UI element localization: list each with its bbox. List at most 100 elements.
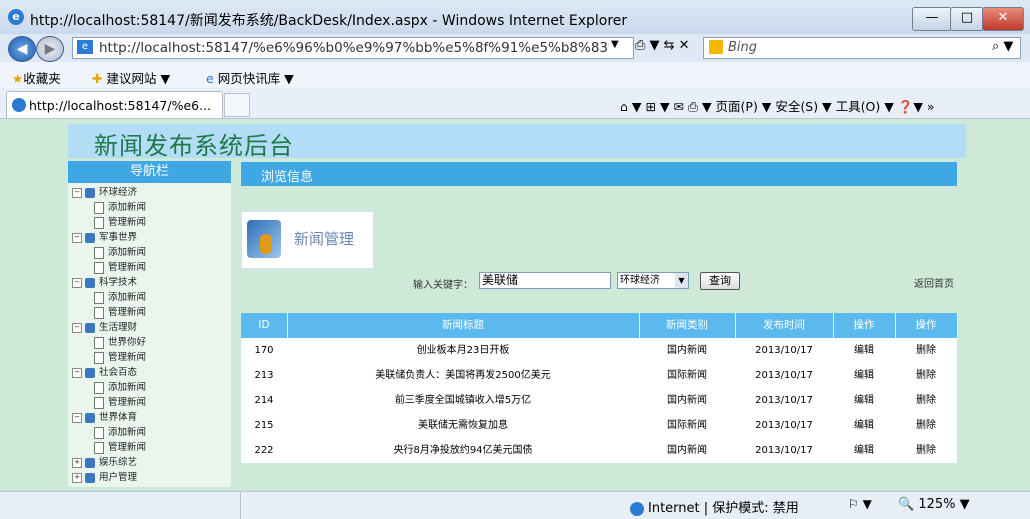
header-delete: 操作 (895, 313, 958, 338)
nav-item[interactable]: 世界你好 (72, 335, 230, 350)
close-button[interactable]: ✕ (982, 7, 1024, 31)
address-dropdown-icon[interactable]: ▼ (611, 39, 619, 50)
nav-section[interactable]: + 用户管理 (72, 470, 230, 485)
edit-link[interactable]: 编辑 (833, 413, 895, 438)
command-bar[interactable]: ⌂ ▼ ⊞ ▼ ✉ ⎙ ▼ 页面(P) ▼ 安全(S) ▼ 工具(O) ▼ ❓▼… (620, 96, 935, 115)
delete-link[interactable]: 删除 (895, 438, 957, 463)
nav-item[interactable]: 管理新闻 (72, 305, 230, 320)
nav-item[interactable]: 管理新闻 (72, 350, 230, 365)
cell-title: 创业板本月23日开板 (416, 345, 510, 356)
search-box[interactable]: Bing ⌕ ▼ (703, 37, 1021, 59)
collapse-icon[interactable]: − (72, 187, 82, 198)
expand-icon[interactable]: + (72, 472, 82, 483)
cell-id: 213 (254, 370, 274, 381)
cell-title: 央行8月净投放约94亿美元国债 (393, 445, 533, 456)
main-title: 浏览信息 (261, 170, 314, 185)
nav-section[interactable]: + 娱乐综艺 (72, 455, 230, 470)
forward-arrow-icon[interactable]: ▶ (36, 36, 64, 62)
table-row: 215 美联储无需恢复加息 国际新闻 2013/10/17 编辑 删除 (241, 413, 957, 438)
minimize-button[interactable]: — (912, 7, 952, 31)
nav-item[interactable]: 添加新闻 (72, 200, 230, 215)
cell-id: 214 (254, 395, 274, 406)
page-icon (94, 426, 104, 439)
news-management-logo: 新闻管理 (241, 211, 374, 269)
nav-item[interactable]: 添加新闻 (72, 245, 230, 260)
nav-item[interactable]: 管理新闻 (72, 215, 230, 230)
keyword-input[interactable]: 美联储 (479, 272, 611, 289)
maximize-button[interactable]: □ (950, 7, 984, 31)
nav-item-label: 世界你好 (108, 337, 147, 348)
security-zone[interactable]: Internet | 保护模式: 禁用 (630, 497, 799, 516)
delete-link[interactable]: 删除 (895, 388, 957, 413)
nav-item-label: 添加新闻 (108, 202, 147, 213)
collapse-icon[interactable]: − (72, 367, 82, 378)
cell-id: 222 (254, 445, 274, 456)
webslice-button[interactable]: e 网页快讯库 ▼ (206, 68, 294, 87)
collapse-icon[interactable]: − (72, 322, 82, 333)
address-action-buttons[interactable]: ⎙ ▼ ⇆ ✕ (635, 38, 690, 53)
nav-section[interactable]: − 社会百态 (72, 365, 230, 380)
edit-link[interactable]: 编辑 (833, 388, 895, 413)
nav-item[interactable]: 添加新闻 (72, 290, 230, 305)
site-title: 新闻发布系统后台 (94, 132, 294, 160)
nav-section-label: 用户管理 (99, 472, 138, 483)
search-placeholder: Bing (728, 40, 758, 55)
edit-link[interactable]: 编辑 (833, 438, 895, 463)
nav-section-label: 环球经济 (99, 187, 138, 198)
status-divider (240, 492, 241, 519)
cell-category: 国际新闻 (667, 420, 707, 431)
delete-link[interactable]: 删除 (895, 413, 957, 438)
add-favorite-icon: ✚ (92, 71, 103, 86)
nav-item[interactable]: 管理新闻 (72, 260, 230, 275)
zone-label: Internet | 保护模式: 禁用 (648, 501, 799, 516)
nav-section[interactable]: − 科学技术 (72, 275, 230, 290)
nav-section[interactable]: − 军事世界 (72, 230, 230, 245)
address-url[interactable]: http://localhost:58147/%e6%96%b0%e9%97%b… (99, 40, 609, 56)
page-icon (94, 216, 104, 229)
cell-category: 国内新闻 (667, 445, 707, 456)
nav-item[interactable]: 管理新闻 (72, 440, 230, 455)
nav-item[interactable]: 添加新闻 (72, 425, 230, 440)
nav-item-label: 管理新闻 (108, 442, 147, 453)
suggested-sites-button[interactable]: ✚ 建议网站 ▼ (92, 68, 170, 87)
collapse-icon[interactable]: − (72, 232, 82, 243)
nav-section[interactable]: − 环球经济 (72, 185, 230, 200)
nav-section-label: 世界体育 (99, 412, 138, 423)
nav-item[interactable]: 添加新闻 (72, 380, 230, 395)
chevron-down-icon: ▼ (675, 273, 688, 288)
nav-section[interactable]: − 世界体育 (72, 410, 230, 425)
cell-id: 170 (254, 345, 274, 356)
header-category: 新闻类别 (639, 313, 736, 338)
back-arrow-icon[interactable]: ◀ (8, 36, 36, 62)
collapse-icon[interactable]: − (72, 412, 82, 423)
nav-section[interactable]: − 生活理财 (72, 320, 230, 335)
home-link[interactable]: 返回首页 (914, 275, 954, 290)
left-navigation: 导航栏 − 环球经济 添加新闻 管理新闻 − 军事世界 添加新闻 管理新闻 − 科学技术 添加新闻管… (68, 161, 231, 487)
cell-date: 2013/10/17 (755, 395, 813, 406)
nav-item-label: 管理新闻 (108, 352, 147, 363)
query-button[interactable]: 查询 (700, 272, 740, 290)
cell-title: 美联储负责人：美国将再发2500亿美元 (375, 370, 551, 381)
page-icon (94, 381, 104, 394)
delete-link[interactable]: 删除 (895, 338, 957, 363)
address-bar[interactable]: e http://localhost:58147/%e6%96%b0%e9%97… (72, 37, 634, 59)
edit-link[interactable]: 编辑 (833, 363, 895, 388)
category-select[interactable]: 环球经济 ▼ (617, 272, 689, 289)
nav-item-label: 管理新闻 (108, 307, 147, 318)
search-icon[interactable]: ⌕ ▼ (992, 39, 1013, 54)
cell-category: 国内新闻 (667, 395, 707, 406)
edit-link[interactable]: 编辑 (833, 338, 895, 363)
collapse-icon[interactable]: − (72, 277, 82, 288)
delete-link[interactable]: 删除 (895, 363, 957, 388)
cell-title: 美联储无需恢复加息 (418, 420, 508, 431)
tab-current[interactable]: http://localhost:58147/%e6... (6, 91, 223, 118)
new-tab-button[interactable] (224, 93, 250, 117)
security-status-icon[interactable]: ⚐ ▼ (848, 497, 872, 511)
expand-icon[interactable]: + (72, 457, 82, 468)
zoom-level[interactable]: 🔍 125% ▼ (898, 497, 970, 512)
nav-item[interactable]: 管理新闻 (72, 395, 230, 410)
cell-date: 2013/10/17 (755, 345, 813, 356)
key-icon (260, 234, 272, 254)
favorites-label: 收藏夹 (23, 71, 61, 86)
favorites-button[interactable]: ★收藏夹 (12, 68, 61, 87)
